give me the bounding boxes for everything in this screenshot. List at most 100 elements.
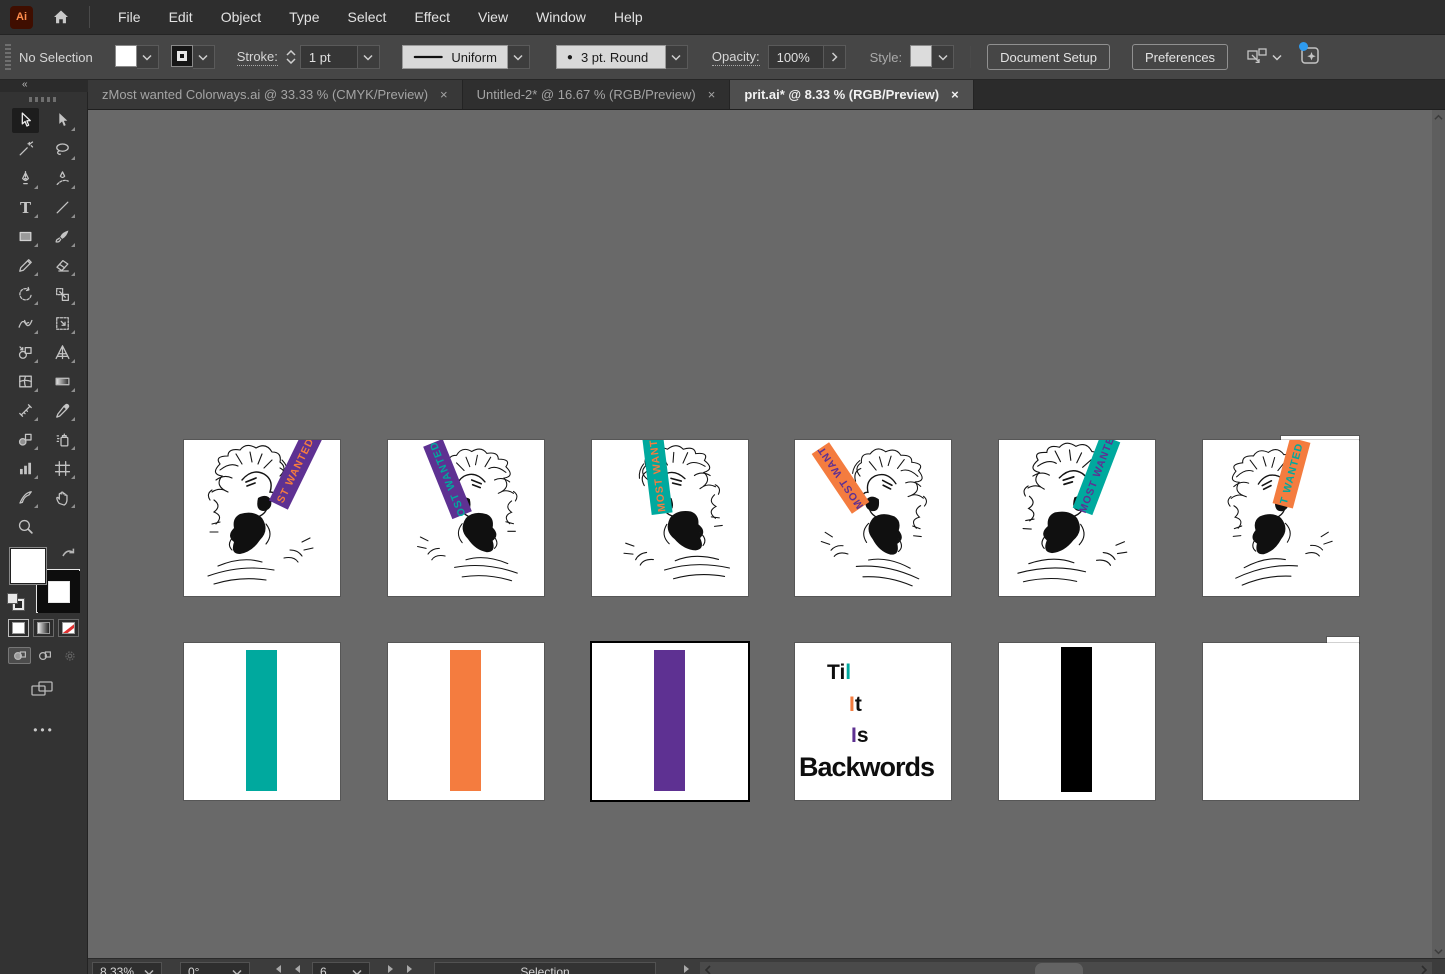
- horizontal-scrollbar[interactable]: [700, 962, 1432, 974]
- width-profile-control[interactable]: Uniform: [402, 45, 530, 69]
- menu-help[interactable]: Help: [600, 0, 657, 35]
- home-icon[interactable]: [49, 5, 73, 29]
- brush-control[interactable]: ● 3 pt. Round: [556, 45, 688, 69]
- artboard-12-empty[interactable]: [1203, 643, 1359, 800]
- menu-edit[interactable]: Edit: [155, 0, 207, 35]
- stroke-weight-value[interactable]: 1 pt: [300, 45, 358, 69]
- scroll-left-icon[interactable]: [704, 965, 712, 974]
- artboard-4[interactable]: MOST WANT: [795, 440, 951, 596]
- type-tool[interactable]: T: [12, 195, 39, 220]
- measure-tool[interactable]: [12, 398, 39, 423]
- none-fill-button[interactable]: [58, 619, 79, 637]
- close-icon[interactable]: ×: [951, 87, 959, 102]
- fill-swatch-indicator[interactable]: [9, 547, 47, 585]
- menu-file[interactable]: File: [104, 0, 155, 35]
- artboard-6[interactable]: T WANTED: [1203, 440, 1359, 596]
- opacity-control[interactable]: 100%: [768, 45, 846, 69]
- free-transform-tool[interactable]: [49, 311, 76, 336]
- document-setup-button[interactable]: Document Setup: [987, 44, 1110, 70]
- last-artboard-icon[interactable]: [404, 963, 418, 974]
- screen-mode-button[interactable]: [30, 679, 56, 699]
- generative-ai-button[interactable]: [1298, 43, 1322, 72]
- artboard-7[interactable]: [184, 643, 340, 800]
- artboard-11[interactable]: [999, 643, 1155, 800]
- menu-object[interactable]: Object: [207, 0, 275, 35]
- draw-behind-mode-button[interactable]: [33, 647, 56, 664]
- tab-prit-ai[interactable]: prit.ai* @ 8.33 % (RGB/Preview) ×: [730, 80, 973, 109]
- column-graph-tool[interactable]: [12, 456, 39, 481]
- artboard-2[interactable]: OST WANTED: [388, 440, 544, 596]
- eyedropper-tool[interactable]: [49, 398, 76, 423]
- rectangle-tool[interactable]: [12, 224, 39, 249]
- previous-artboard-icon[interactable]: [290, 963, 304, 974]
- artboard-3[interactable]: MOST WANT: [592, 440, 748, 596]
- opacity-link[interactable]: Opacity:: [712, 49, 760, 66]
- direct-selection-tool[interactable]: [49, 108, 76, 133]
- zoom-level-field[interactable]: 8.33%: [92, 962, 162, 974]
- width-profile-dropdown[interactable]: [508, 45, 530, 69]
- color-fill-button[interactable]: [8, 619, 29, 637]
- preferences-button[interactable]: Preferences: [1132, 44, 1228, 70]
- stroke-weight-stepper[interactable]: [286, 50, 296, 64]
- close-icon[interactable]: ×: [708, 87, 716, 102]
- panel-grip-icon[interactable]: [5, 44, 11, 70]
- status-expand-icon[interactable]: [680, 963, 694, 974]
- paintbrush-tool[interactable]: [49, 224, 76, 249]
- opacity-expand[interactable]: [824, 45, 846, 69]
- gradient-tool[interactable]: [49, 369, 76, 394]
- style-swatch[interactable]: [910, 45, 932, 67]
- artboard-8[interactable]: [388, 643, 544, 800]
- draw-normal-mode-button[interactable]: [8, 647, 31, 664]
- symbol-sprayer-tool[interactable]: [49, 427, 76, 452]
- menu-view[interactable]: View: [464, 0, 522, 35]
- opacity-value[interactable]: 100%: [768, 45, 824, 69]
- magic-wand-tool[interactable]: [12, 137, 39, 162]
- pencil-tool[interactable]: [12, 253, 39, 278]
- current-artboard-field[interactable]: 6: [312, 962, 370, 974]
- illustrator-app-icon[interactable]: Ai: [10, 6, 33, 29]
- mesh-tool[interactable]: [12, 369, 39, 394]
- shape-builder-tool[interactable]: [12, 340, 39, 365]
- eraser-tool[interactable]: [49, 253, 76, 278]
- panel-drag-handle[interactable]: [0, 92, 87, 106]
- menu-type[interactable]: Type: [275, 0, 333, 35]
- stroke-color-control[interactable]: [171, 45, 215, 69]
- swap-fill-stroke-icon[interactable]: [60, 545, 77, 562]
- selection-tool[interactable]: [12, 108, 39, 133]
- first-artboard-icon[interactable]: [270, 963, 284, 974]
- zoom-tool[interactable]: [12, 514, 39, 539]
- scroll-down-icon[interactable]: [1434, 948, 1443, 955]
- scrollbar-thumb[interactable]: [1035, 963, 1083, 974]
- scroll-right-icon[interactable]: [1420, 965, 1428, 974]
- lasso-tool[interactable]: [49, 137, 76, 162]
- fill-dropdown[interactable]: [137, 45, 159, 69]
- canvas-pasteboard[interactable]: ST WANTED OST WANTED MOST WANT MOST WANT…: [88, 110, 1432, 958]
- arrange-artwork-control[interactable]: [1246, 47, 1282, 67]
- menu-effect[interactable]: Effect: [400, 0, 464, 35]
- artboard-tool[interactable]: [49, 456, 76, 481]
- style-dropdown[interactable]: [932, 45, 954, 69]
- fill-swatch[interactable]: [115, 45, 137, 67]
- artboard-1[interactable]: ST WANTED: [184, 440, 340, 596]
- style-control[interactable]: [910, 45, 954, 69]
- tab-untitled-2[interactable]: Untitled-2* @ 16.67 % (RGB/Preview) ×: [463, 80, 731, 109]
- gradient-fill-button[interactable]: [33, 619, 54, 637]
- stroke-color-swatch[interactable]: [171, 45, 193, 67]
- stroke-color-dropdown[interactable]: [193, 45, 215, 69]
- artboard-9-selected[interactable]: [592, 643, 748, 800]
- slice-tool[interactable]: [12, 485, 39, 510]
- scale-tool[interactable]: [49, 282, 76, 307]
- rotate-tool[interactable]: [12, 282, 39, 307]
- default-fill-stroke-icon[interactable]: [7, 593, 25, 611]
- stroke-weight-control[interactable]: 1 pt: [300, 45, 380, 69]
- draw-inside-mode-button[interactable]: [58, 647, 81, 664]
- close-icon[interactable]: ×: [440, 87, 448, 102]
- next-artboard-icon[interactable]: [384, 963, 398, 974]
- tab-zmost-wanted-colorways[interactable]: zMost wanted Colorways.ai @ 33.33 % (CMY…: [88, 80, 463, 109]
- line-segment-tool[interactable]: [49, 195, 76, 220]
- blend-tool[interactable]: [12, 427, 39, 452]
- stroke-link[interactable]: Stroke:: [237, 49, 278, 66]
- stroke-weight-dropdown[interactable]: [358, 45, 380, 69]
- vertical-scrollbar[interactable]: [1432, 110, 1445, 958]
- collapse-panel-icon[interactable]: «: [22, 79, 29, 90]
